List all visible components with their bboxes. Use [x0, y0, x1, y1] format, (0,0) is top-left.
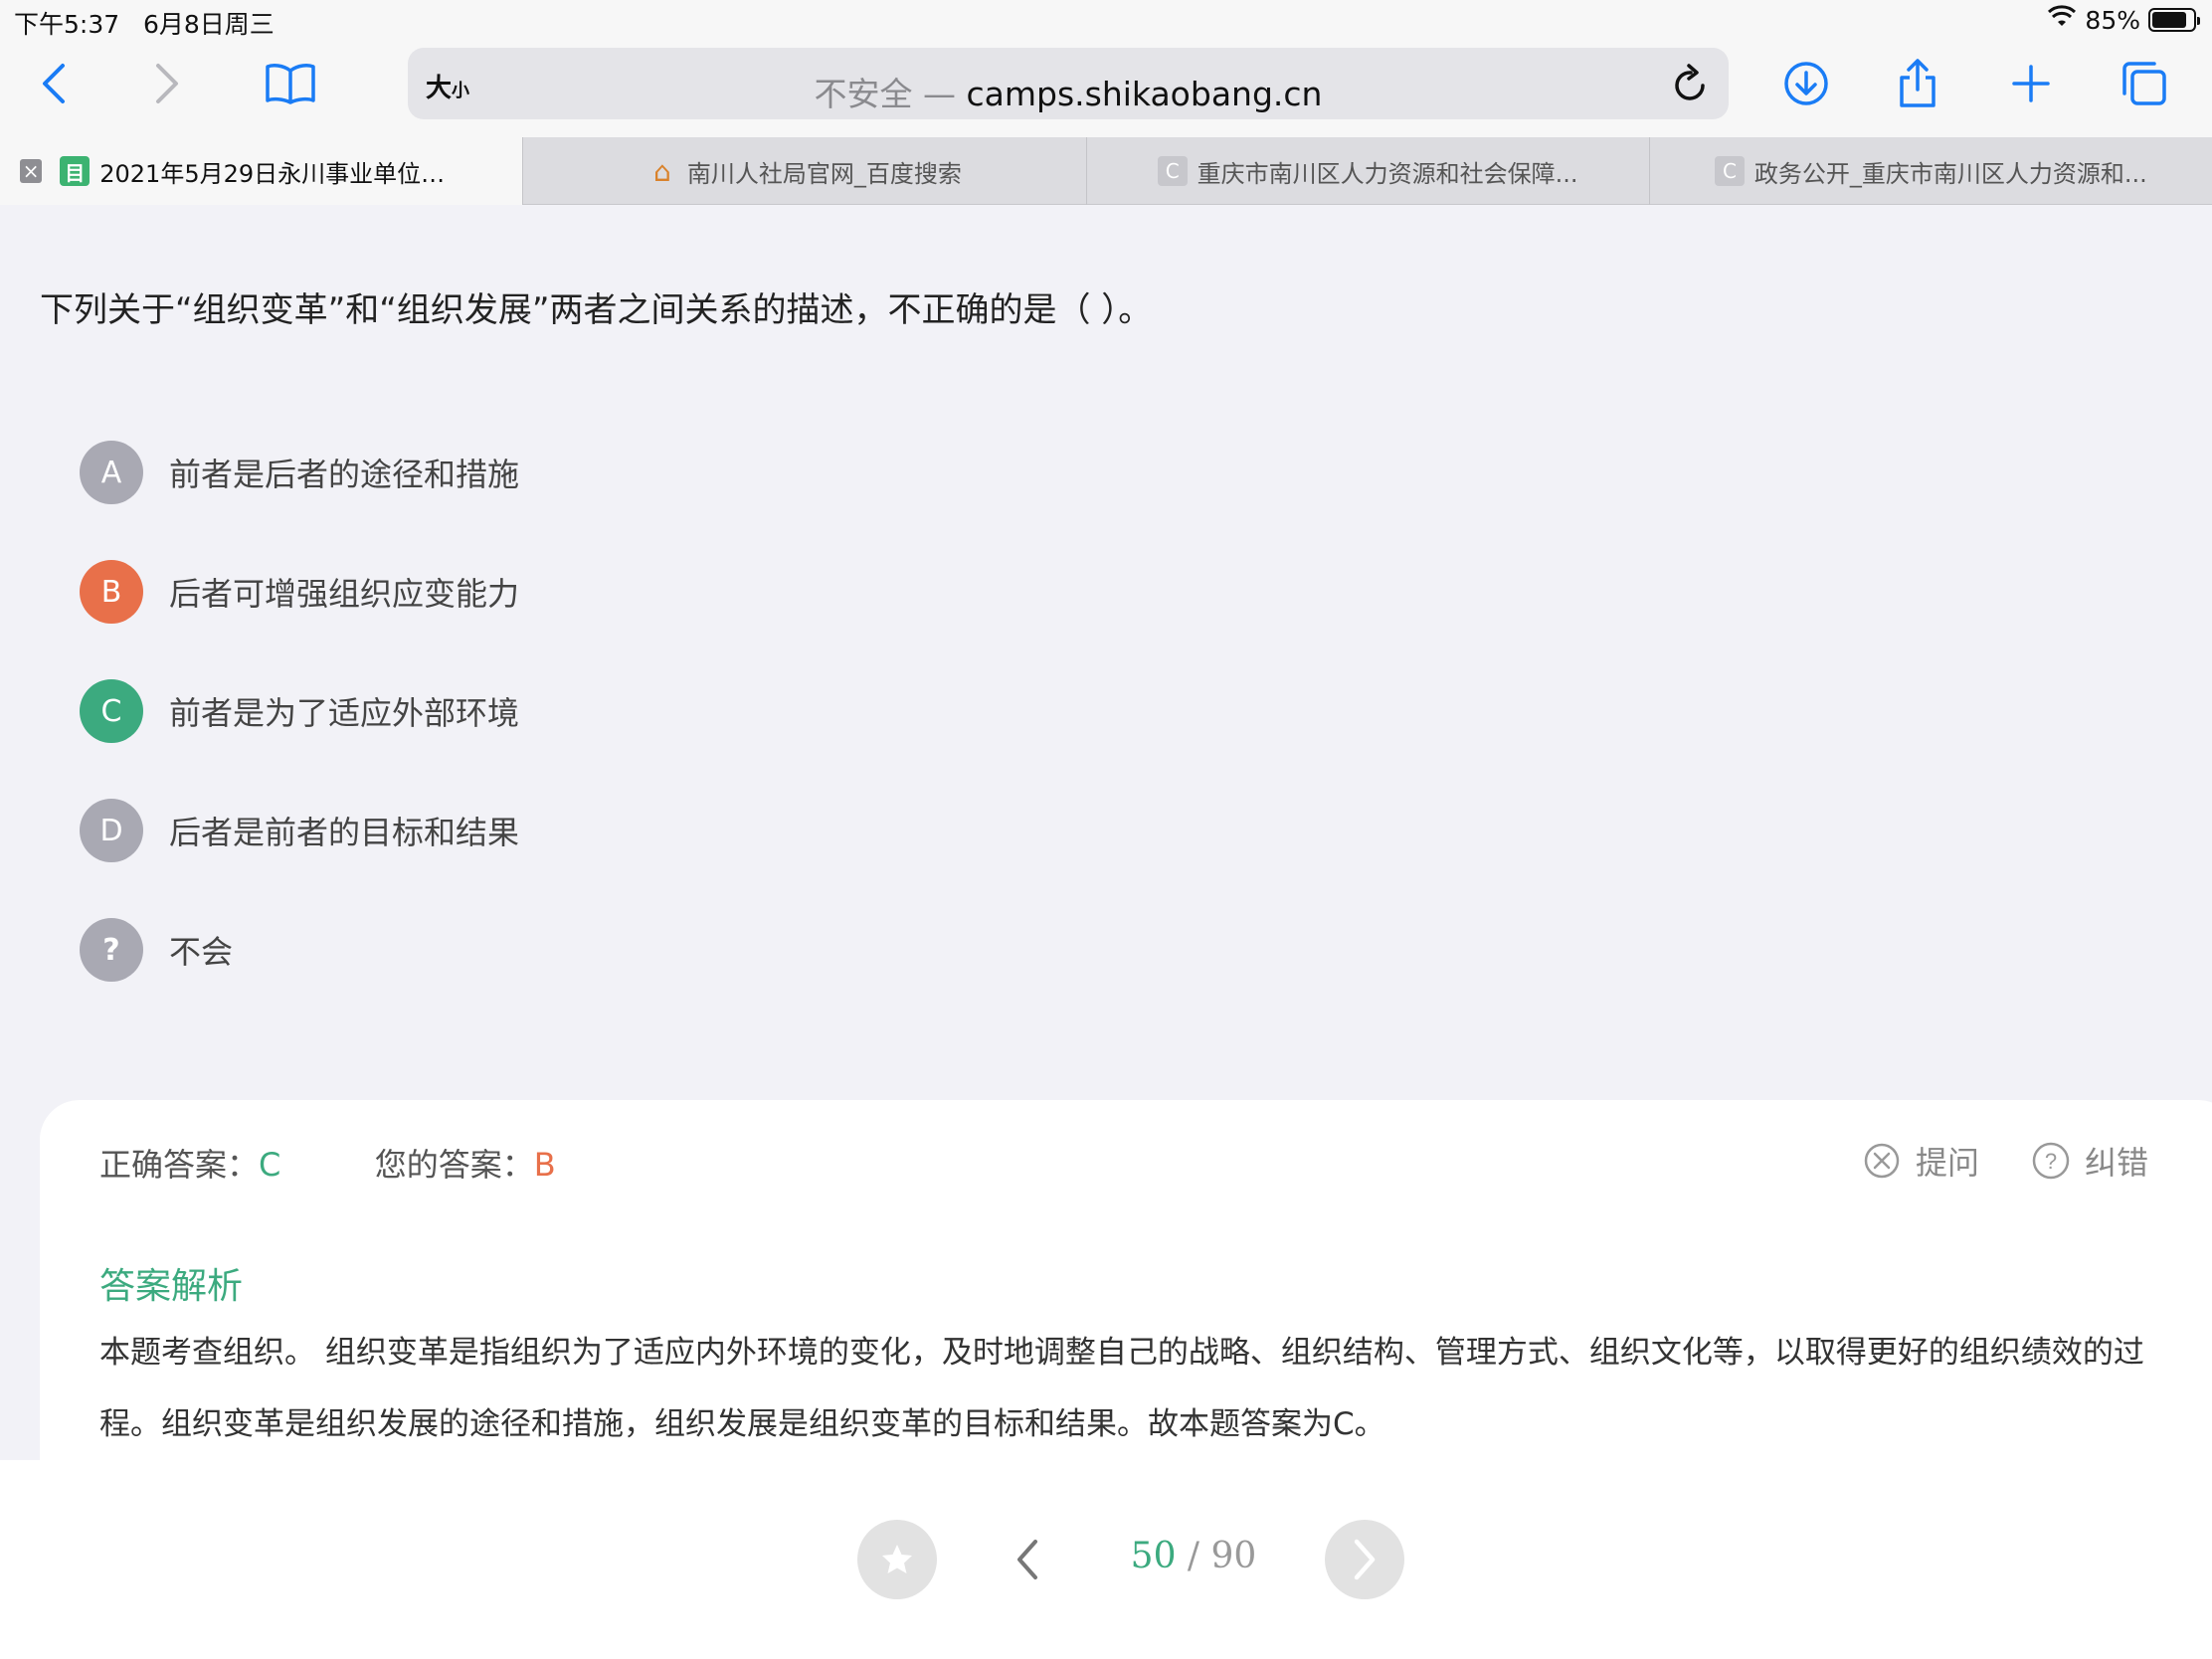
chevron-left-icon — [43, 64, 65, 103]
correct-answer-value: C — [259, 1146, 281, 1184]
close-tab-icon[interactable]: × — [20, 159, 43, 183]
reload-button[interactable] — [1671, 62, 1711, 109]
house-favicon-icon: ⌂ — [652, 154, 671, 188]
question-mark-icon: ? — [80, 918, 143, 982]
bottom-navigation: 50 / 90 — [0, 1460, 2212, 1659]
option-text: 不会 — [169, 933, 234, 971]
download-icon — [1784, 62, 1828, 105]
date-text: 6月8日周三 — [142, 10, 275, 39]
tab-active[interactable]: × 目 2021年5月29日永川事业单位考试... — [0, 137, 523, 205]
analysis-text: 本题考查组织。 组织变革是指组织为了适应内外环境的变化，及时地调整自己的战略、组… — [99, 1335, 2144, 1442]
analysis-title: 答案解析 — [99, 1266, 244, 1307]
insecure-label: 不安全 — — [814, 75, 967, 113]
question-text: 下列关于“组织变革”和“组织发展”两者之间关系的描述，不正确的是（ ）。 — [40, 290, 1153, 330]
plus-icon — [2012, 65, 2050, 102]
option-letter-badge: A — [80, 441, 143, 504]
option-c[interactable]: C 前者是为了适应外部环境 — [80, 678, 975, 744]
tab-hr-bureau[interactable]: C 重庆市南川区人力资源和社会保障... — [1085, 137, 1649, 205]
help-circle-icon: ? — [2032, 1142, 2070, 1180]
download-button[interactable] — [1776, 54, 1836, 113]
option-text: 后者是前者的目标和结果 — [169, 814, 520, 851]
current-question-number: 50 — [1130, 1536, 1177, 1576]
browser-toolbar: 大小 不安全 — camps.shikaobang.cn — [0, 40, 2212, 137]
address-bar[interactable]: 大小 不安全 — camps.shikaobang.cn — [408, 48, 1729, 119]
next-question-button[interactable] — [1325, 1520, 1404, 1599]
bookmarks-button[interactable] — [261, 54, 320, 113]
option-text: 前者是后者的途径和措施 — [169, 456, 520, 493]
ask-button[interactable]: 提问 — [1862, 1138, 1979, 1184]
tab-title: 政务公开_重庆市南川区人力资源和... — [1753, 159, 2147, 188]
back-button[interactable] — [24, 54, 84, 113]
tab-bar: × 目 2021年5月29日永川事业单位考试... ⌂ 南川人社局官网_百度搜索… — [0, 137, 2212, 205]
tab-baidu-search[interactable]: ⌂ 南川人社局官网_百度搜索 — [522, 137, 1085, 205]
ask-icon — [1864, 1143, 1900, 1179]
chevron-right-icon — [156, 64, 178, 103]
chevron-left-icon — [1017, 1540, 1037, 1579]
option-text: 后者可增强组织应变能力 — [169, 575, 520, 613]
your-answer-label: 您的答案： — [374, 1146, 534, 1184]
tabs-overview-button[interactable] — [2115, 54, 2174, 113]
tab-title: 2021年5月29日永川事业单位考试... — [99, 159, 463, 188]
option-text: 前者是为了适应外部环境 — [169, 694, 520, 732]
tab-gov-info[interactable]: C 政务公开_重庆市南川区人力资源和... — [1648, 137, 2212, 205]
option-a[interactable]: A 前者是后者的途径和措施 — [80, 440, 975, 505]
new-tab-button[interactable] — [2001, 54, 2061, 113]
share-icon — [1900, 59, 1936, 107]
reload-icon — [1675, 64, 1705, 100]
option-dont-know[interactable]: ? 不会 — [80, 917, 975, 983]
battery-percent: 85% — [2085, 5, 2140, 35]
question-counter: 50 / 90 — [1094, 1536, 1293, 1576]
ask-label: 提问 — [1915, 1144, 1979, 1182]
report-error-button[interactable]: ? 纠错 — [2031, 1138, 2148, 1184]
star-icon — [882, 1545, 912, 1573]
forward-button[interactable] — [137, 54, 197, 113]
total-questions: 90 — [1210, 1536, 1257, 1576]
green-book-favicon-icon: 目 — [60, 156, 91, 186]
report-label: 纠错 — [2084, 1144, 2148, 1182]
correct-answer-label: 正确答案： — [99, 1146, 260, 1184]
tab-title: 重庆市南川区人力资源和社会保障... — [1197, 159, 1578, 188]
svg-text:?: ? — [2045, 1149, 2057, 1174]
chevron-right-icon — [1354, 1539, 1376, 1580]
wifi-icon — [2047, 5, 2077, 35]
tabs-icon — [2122, 62, 2166, 105]
time-text: 下午5:37 — [14, 10, 120, 39]
book-icon — [266, 64, 315, 104]
option-b[interactable]: B 后者可增强组织应变能力 — [80, 559, 975, 625]
status-right: 85% — [2047, 5, 2200, 35]
c-favicon-icon: C — [1157, 156, 1188, 186]
tab-title: 南川人社局官网_百度搜索 — [686, 159, 962, 188]
battery-icon — [2148, 8, 2200, 32]
option-letter-badge: B — [80, 560, 143, 624]
option-d[interactable]: D 后者是前者的目标和结果 — [80, 798, 975, 863]
favorite-button[interactable] — [857, 1520, 937, 1599]
share-button[interactable] — [1888, 54, 1947, 113]
status-bar: 下午5:37 6月8日周三 85% — [0, 0, 2212, 40]
previous-question-button[interactable] — [1003, 1530, 1052, 1589]
option-letter-badge: C — [80, 679, 143, 743]
answer-summary: 正确答案：C 您的答案：B — [99, 1140, 556, 1186]
answer-actions: 提问 ? 纠错 — [1862, 1138, 2148, 1184]
url-text: 不安全 — camps.shikaobang.cn — [408, 68, 1729, 115]
url-host: camps.shikaobang.cn — [966, 75, 1323, 113]
your-answer-value: B — [533, 1146, 556, 1184]
option-letter-badge: D — [80, 799, 143, 862]
c-favicon-icon: C — [1714, 156, 1745, 186]
counter-separator: / — [1176, 1536, 1211, 1576]
status-time: 下午5:37 6月8日周三 — [14, 5, 275, 41]
